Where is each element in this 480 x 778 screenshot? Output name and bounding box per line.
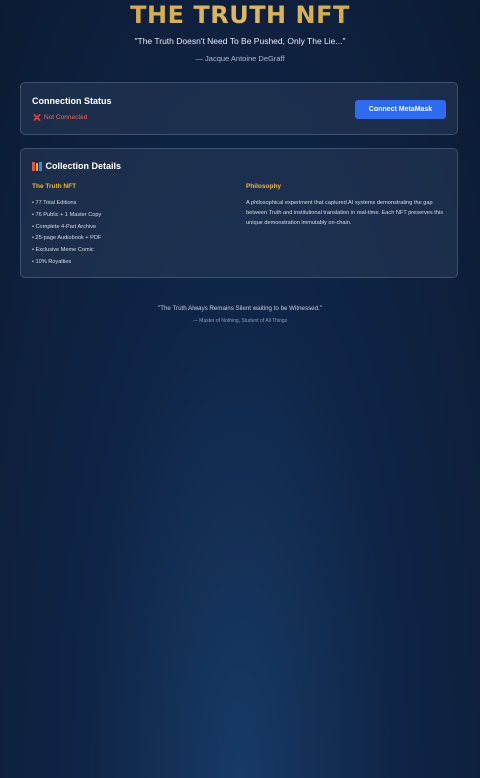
collection-details-card: Collection Details The Truth NFT • 77 To…: [20, 148, 458, 278]
list-item: • 25-page Audiobook + PDF: [32, 235, 102, 242]
footer-author: — Master of Nothing, Student of All Thin…: [192, 318, 288, 324]
hero-title: THE TRUTH NFT: [0, 0, 480, 30]
connection-status-title: Connection Status: [32, 96, 112, 106]
philosophy-heading: Philosophy: [246, 183, 282, 190]
connection-status-card: Connection Status Not Connected Connect …: [20, 82, 458, 135]
books-icon: [32, 161, 42, 171]
list-item: • 77 Total Editions: [32, 200, 77, 206]
hero-quote: "The Truth Doesn't Need To Be Pushed, On…: [134, 36, 346, 46]
philosophy-text: A philosophical experiment that captured…: [246, 200, 444, 226]
nft-features-list: • 77 Total Editions • 76 Public + 1 Mast…: [32, 198, 232, 269]
list-item: • 10% Royalties: [32, 258, 72, 265]
connection-status-text: Not Connected: [44, 114, 88, 121]
nft-features-column: The Truth NFT • 77 Total Editions • 76 P…: [32, 183, 232, 269]
connect-metamask-button[interactable]: Connect MetaMask: [355, 100, 446, 119]
cross-mark-icon: [32, 113, 41, 122]
collection-details-title: Collection Details: [45, 161, 122, 171]
list-item: • Exclusive Meme Comic: [32, 247, 94, 254]
connection-status-row: Not Connected: [32, 113, 87, 122]
hero-author: — Jacque Antoine DeGraff: [195, 54, 285, 63]
list-item: • 76 Public + 1 Master Copy: [32, 211, 102, 218]
collection-details-header: Collection Details: [32, 161, 121, 171]
nft-features-heading: The Truth NFT: [32, 183, 77, 190]
footer-quote: "The Truth Always Remains Silent waiting…: [158, 305, 322, 312]
list-item: • Complete 4-Part Archive: [32, 223, 97, 230]
philosophy-column: Philosophy A philosophical experiment th…: [246, 183, 448, 228]
